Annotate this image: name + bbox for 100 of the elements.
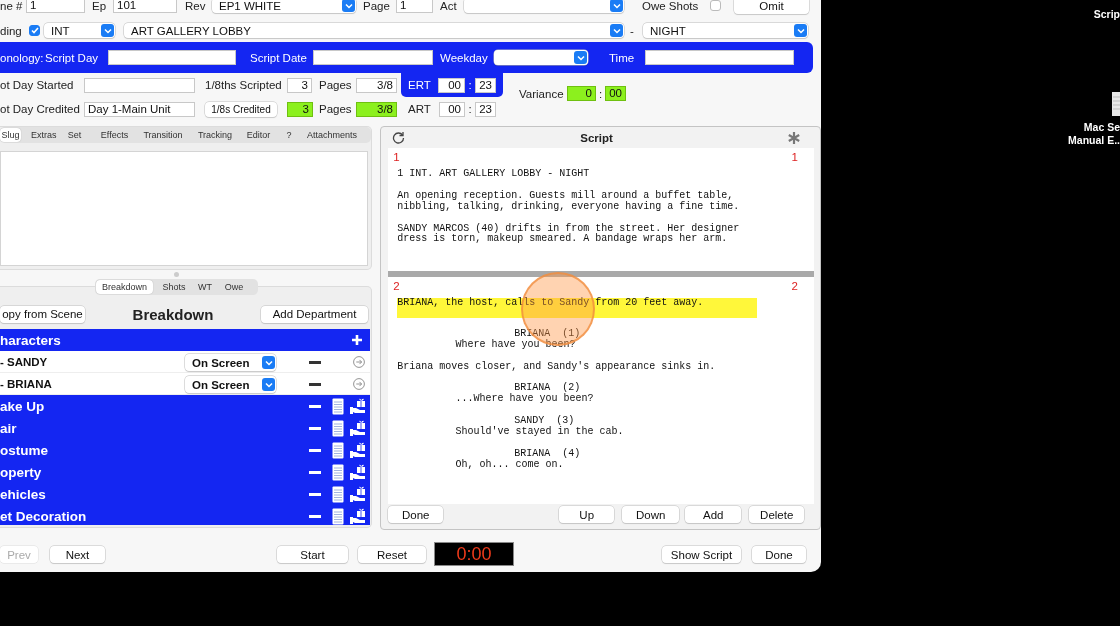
tab[interactable]: Set [66, 128, 83, 142]
text-field[interactable] [313, 50, 433, 65]
scene-number: 1 [393, 151, 400, 163]
desktop-icon-label[interactable]: Mac Se [1083, 121, 1120, 133]
department-row[interactable]: ehicles [0, 483, 370, 505]
plus-icon[interactable] [351, 334, 363, 346]
tab[interactable]: Transition [141, 128, 185, 142]
checkbox[interactable] [710, 0, 721, 11]
notepad-icon[interactable] [332, 442, 344, 459]
refresh-icon[interactable] [392, 131, 406, 144]
text-field[interactable]: 1 [26, 0, 85, 13]
weekday-dropdown[interactable] [494, 50, 588, 65]
footer-button[interactable]: Start [277, 546, 348, 563]
field-label: : [467, 103, 473, 115]
field-label: ot Day Started [0, 79, 75, 91]
tab[interactable]: Tracking [196, 128, 234, 142]
gift-hand-icon[interactable] [350, 464, 367, 481]
tab[interactable]: Owe [223, 280, 245, 294]
text-field[interactable] [108, 50, 236, 65]
text-field[interactable] [645, 50, 794, 65]
notepad-icon[interactable] [332, 464, 344, 481]
credited-button[interactable]: 1/8s Credited [205, 101, 277, 117]
tab[interactable]: Effects [100, 128, 129, 142]
time-of-day-dropdown[interactable]: NIGHT [643, 23, 808, 38]
chevron-icon [576, 54, 585, 61]
text-field[interactable]: 00 [439, 101, 465, 117]
action-text: An opening reception. Guests mill around a buffet table, nibbling, talking, drinking, everyone having a fine time. [397, 190, 740, 213]
character-cue: BRIANA (1) [513, 328, 582, 339]
tab[interactable]: Breakdown [96, 280, 153, 294]
text-field[interactable]: 0 [567, 86, 596, 101]
notepad-icon[interactable] [332, 508, 344, 525]
delete-button[interactable]: Delete [749, 506, 805, 523]
text-field[interactable]: 00 [438, 77, 465, 93]
text-field[interactable] [84, 77, 195, 93]
chevron-icon [264, 381, 273, 388]
int-ext-dropdown[interactable]: INT [44, 23, 115, 38]
field-label: Page [363, 0, 391, 12]
field-label: 1/8ths Scripted [205, 79, 283, 91]
field-label: ne # [0, 0, 24, 12]
add-button[interactable]: Add [685, 506, 742, 523]
footer-button[interactable]: Reset [358, 546, 426, 563]
footer-button[interactable]: Done [752, 546, 806, 563]
field-label: : [597, 87, 604, 100]
scene-number: 2 [393, 280, 400, 292]
act-dropdown[interactable] [464, 0, 624, 13]
footer-button[interactable]: Show Script [662, 546, 741, 563]
category-header[interactable]: haracters [0, 329, 370, 351]
location-dropdown[interactable]: ART GALLERY LOBBY [124, 23, 624, 38]
copy-button[interactable]: opy from Scene [0, 305, 85, 323]
done-button[interactable]: Done [388, 506, 444, 523]
omit-button[interactable]: Omit [734, 0, 809, 14]
gift-hand-icon[interactable] [350, 442, 367, 459]
department-label: ehicles [0, 486, 46, 502]
text-field[interactable]: 23 [475, 101, 496, 117]
tab[interactable]: Attachments [306, 128, 358, 142]
footer-button[interactable]: Next [50, 546, 105, 563]
notepad-icon[interactable] [332, 398, 344, 415]
department-row[interactable]: ostume [0, 439, 370, 461]
gift-hand-icon[interactable] [350, 398, 367, 415]
text-field[interactable]: 101 [113, 0, 177, 13]
tab[interactable]: Shots [161, 280, 187, 294]
status-dropdown[interactable]: On Screen [185, 354, 276, 371]
asterisk-icon[interactable] [788, 131, 800, 144]
splitter-handle[interactable] [174, 272, 179, 277]
tab[interactable]: Slug [0, 128, 21, 142]
gift-hand-icon[interactable] [350, 486, 367, 503]
character-cue: BRIANA (4) [513, 448, 582, 460]
department-row[interactable]: et Decoration [0, 505, 370, 525]
notepad-icon[interactable] [332, 486, 344, 503]
checkbox[interactable] [29, 25, 40, 36]
text-field[interactable]: 1 [396, 0, 433, 13]
department-label: air [0, 420, 17, 436]
text-field[interactable]: 3/8 [356, 77, 397, 93]
character-name: - SANDY [0, 355, 48, 368]
text-field[interactable]: 00 [605, 86, 626, 101]
desktop-icon-label[interactable]: Scrip [1093, 8, 1120, 20]
character-cue: SANDY (3) [513, 416, 576, 427]
gift-hand-icon[interactable] [350, 420, 367, 437]
rev-dropdown[interactable]: EP1 WHITE [212, 0, 356, 13]
gift-hand-icon[interactable] [350, 508, 367, 525]
up-button[interactable]: Up [559, 506, 615, 523]
text-field[interactable]: 3 [287, 101, 313, 117]
department-label: ostume [0, 442, 48, 458]
down-button[interactable]: Down [622, 506, 680, 523]
arrow-circle-icon[interactable] [353, 378, 365, 390]
text-field[interactable]: 3 [287, 77, 312, 93]
department-row[interactable]: ake Up [0, 395, 370, 417]
department-row[interactable]: operty [0, 461, 370, 483]
arrow-circle-icon[interactable] [353, 356, 365, 368]
tab[interactable]: ? [283, 128, 295, 142]
tab[interactable]: WT [195, 280, 215, 294]
text-field[interactable]: 3/8 [356, 101, 397, 117]
add-department-button[interactable]: Add Department [261, 305, 368, 323]
tab[interactable]: Editor [244, 128, 273, 142]
status-dropdown[interactable]: On Screen [185, 376, 276, 393]
notepad-icon[interactable] [332, 420, 344, 437]
department-row[interactable]: air [0, 417, 370, 439]
text-field[interactable]: Day 1-Main Unit [84, 101, 195, 117]
text-field[interactable]: 23 [475, 77, 496, 93]
desktop-icon-label[interactable]: Manual E.. [1068, 134, 1120, 146]
